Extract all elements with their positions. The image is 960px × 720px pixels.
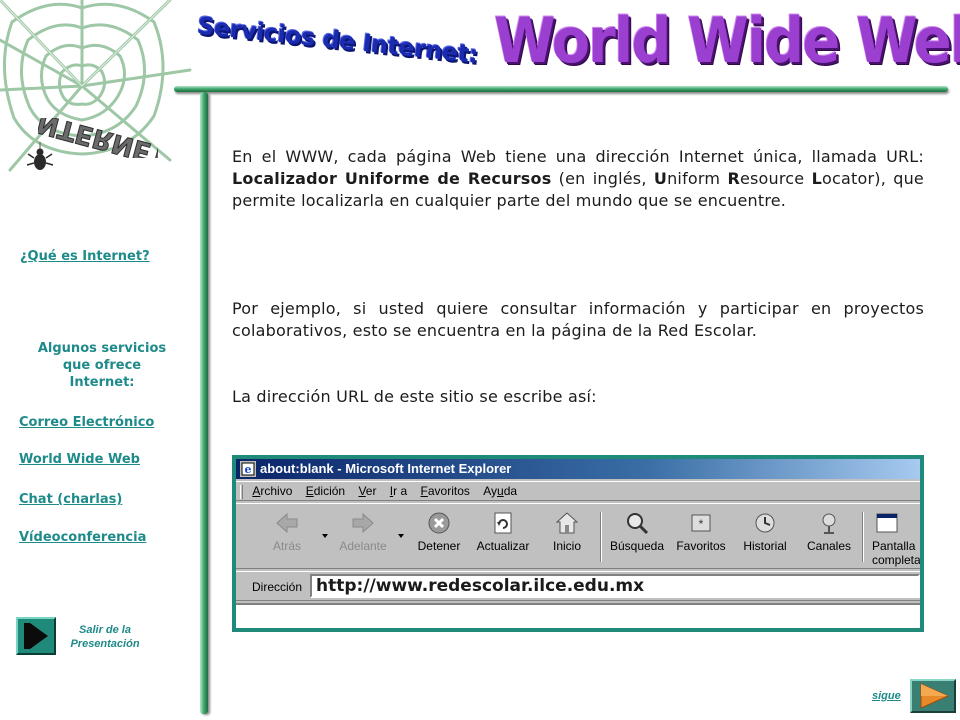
exit-label-line: Salir de la <box>79 624 131 636</box>
svg-text:e: e <box>245 463 252 476</box>
address-input[interactable]: http://www.redescolar.ilce.edu.mx <box>310 574 920 598</box>
toolbar-separator <box>862 512 864 562</box>
menu-favoritos[interactable]: Favoritos <box>421 482 470 500</box>
browser-frame: e about:blank - Microsoft Internet Explo… <box>236 459 920 628</box>
menu-edicion[interactable]: Edición <box>306 482 345 500</box>
section-heading-line: Algunos servicios <box>37 341 167 356</box>
menu-mnemonic: V <box>358 484 366 498</box>
paragraph-url-intro: La dirección URL de este sitio se escrib… <box>232 387 597 406</box>
nav-link-what-is-internet[interactable]: ¿Qué es Internet? <box>20 249 150 264</box>
browser-menubar: Archivo Edición Ver Ir a Favoritos Ayuda <box>236 481 920 501</box>
play-next-icon <box>920 683 950 709</box>
bold-term: Localizador Uniforme de Recursos <box>232 169 552 188</box>
text: niform <box>667 169 728 188</box>
internet-logo-text: INTERNET <box>38 118 158 158</box>
text: esource <box>739 169 812 188</box>
next-button[interactable] <box>910 679 956 713</box>
stop-icon <box>428 512 450 534</box>
text: En el WWW, cada página Web tiene una dir… <box>232 147 924 166</box>
toolbar-label: Inicio <box>552 539 581 553</box>
fullscreen-icon <box>876 513 898 533</box>
toolbar-label: Atrás <box>272 539 301 553</box>
nav-link-chat[interactable]: Chat (charlas) <box>19 492 122 507</box>
home-icon <box>555 512 579 534</box>
address-label: Dirección <box>252 580 303 594</box>
menu-ver[interactable]: Ver <box>358 482 376 500</box>
toolbar-label: Favoritos <box>676 539 726 553</box>
toolbar-fullscreen-button[interactable]: Pantalla completa <box>868 510 920 567</box>
nav-link-www[interactable]: World Wide Web <box>19 452 140 467</box>
spider-web-logo <box>0 0 192 172</box>
frame-top-bar <box>174 86 948 92</box>
toolbar-label: Actualizar <box>476 539 530 553</box>
toolbar-label: Búsqueda <box>609 539 665 553</box>
section-subtitle: Servicios de Internet: <box>196 11 480 69</box>
toolbar-label: Historial <box>743 539 787 553</box>
exit-label: Salir de la Presentación <box>60 623 150 651</box>
page-title: World Wide Web <box>494 4 960 77</box>
nav-link-videoconference[interactable]: Vídeoconferencia <box>19 530 146 545</box>
browser-titlebar: e about:blank - Microsoft Internet Explo… <box>236 459 920 479</box>
acronym-letter: L <box>811 169 823 188</box>
frame-left-bar <box>200 92 208 714</box>
toolbar-history-button[interactable]: Historial <box>734 510 796 566</box>
refresh-icon <box>494 512 512 534</box>
next-link[interactable]: sigue <box>872 690 901 702</box>
back-arrow-icon <box>276 512 298 534</box>
back-dropdown-arrow[interactable] <box>322 534 328 538</box>
forward-dropdown-arrow[interactable] <box>398 534 404 538</box>
paragraph-example: Por ejemplo, si usted quiere consultar i… <box>232 299 924 340</box>
paragraph-url-definition: En el WWW, cada página Web tiene una dir… <box>232 146 924 212</box>
browser-content-area <box>236 603 920 628</box>
toolbar-stop-button[interactable]: Detener <box>408 510 470 566</box>
toolbar-label: Canales <box>806 539 852 553</box>
toolbar-refresh-button[interactable]: Actualizar <box>472 510 534 566</box>
history-icon <box>755 513 775 533</box>
sidebar-section-heading: Algunos servicios que ofrece Internet: <box>14 340 190 391</box>
menu-ir-a[interactable]: Ir a <box>390 482 407 500</box>
ie-logo-icon: e <box>240 461 256 477</box>
browser-address-bar: Dirección http://www.redescolar.ilce.edu… <box>236 571 920 601</box>
menu-mnemonic: I <box>389 484 394 498</box>
toolbar-back-button[interactable]: Atrás <box>256 510 318 566</box>
toolbar-favorites-button[interactable]: * Favoritos <box>670 510 732 566</box>
toolbar-home-button[interactable]: Inicio <box>536 510 598 566</box>
text: (en inglés, <box>551 169 654 188</box>
menu-ayuda[interactable]: Ayuda <box>483 482 517 500</box>
exit-end-icon <box>24 623 48 649</box>
exit-button[interactable] <box>16 617 56 655</box>
section-heading-line: Internet: <box>69 375 135 390</box>
toolbar-separator <box>600 512 602 562</box>
menu-mnemonic: F <box>420 484 428 498</box>
menu-mnemonic: u <box>497 484 504 498</box>
svg-text:INTERNET: INTERNET <box>38 118 158 158</box>
acronym-letter: U <box>653 169 668 188</box>
channels-icon <box>822 513 836 534</box>
browser-toolbar: Atrás Adelante Detener Actualizar Inicio <box>236 503 920 569</box>
toolbar-label: Adelante <box>339 539 387 553</box>
menu-archivo[interactable]: Archivo <box>252 482 292 500</box>
forward-arrow-icon <box>352 512 374 534</box>
toolbar-search-button[interactable]: Búsqueda <box>606 510 668 566</box>
search-icon <box>627 513 649 535</box>
toolbar-label: Pantalla completa <box>872 539 920 567</box>
toolbar-label: Detener <box>417 539 461 553</box>
nav-link-email[interactable]: Correo Electrónico <box>19 415 154 430</box>
menu-grip <box>240 484 243 499</box>
acronym-letter: R <box>727 169 740 188</box>
toolbar-channels-button[interactable]: Canales <box>798 510 860 566</box>
exit-label-line: Presentación <box>70 638 140 650</box>
menu-mnemonic: A <box>252 484 261 498</box>
favorites-icon: * <box>691 514 711 532</box>
browser-title-text: about:blank - Microsoft Internet Explore… <box>260 461 512 476</box>
toolbar-forward-button[interactable]: Adelante <box>332 510 394 566</box>
menu-mnemonic: E <box>305 484 314 498</box>
svg-text:*: * <box>699 517 704 531</box>
section-heading-line: que ofrece <box>62 358 142 373</box>
browser-window: e about:blank - Microsoft Internet Explo… <box>232 455 924 632</box>
